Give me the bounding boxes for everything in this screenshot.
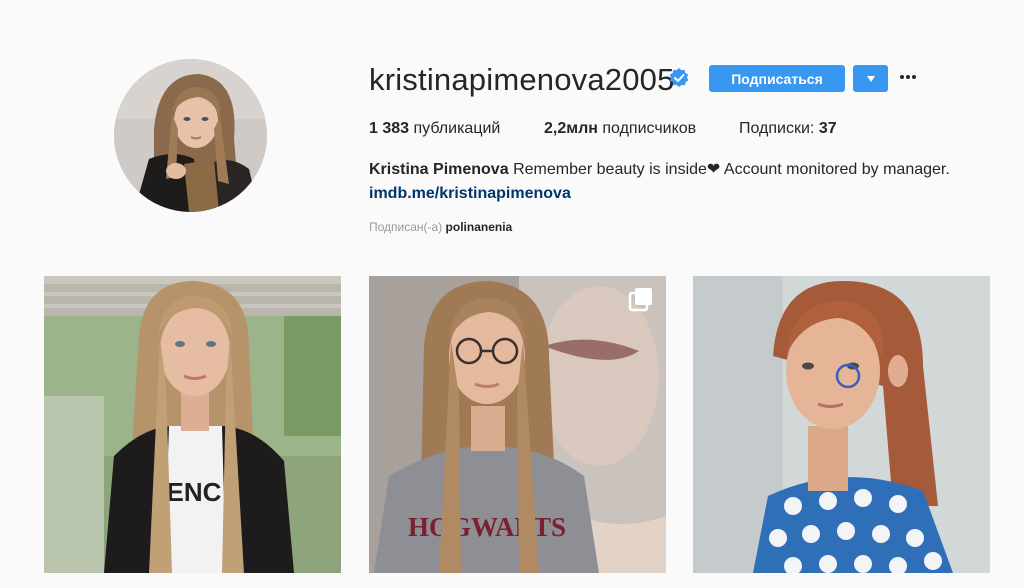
profile-bio: Kristina Pimenova Remember beauty is ins… — [369, 160, 950, 180]
post-thumbnail[interactable]: HOGWARTS — [369, 276, 666, 573]
profile-page: kristinapimenova2005 Подписаться 1 383 п… — [0, 0, 1024, 588]
followed-by-label: Подписан(-а) — [369, 220, 443, 234]
bio-text: Remember beauty is inside❤ Account monit… — [513, 161, 950, 178]
bio-external-link[interactable]: imdb.me/kristinapimenova — [369, 184, 571, 204]
followers-count: 2,2млн — [544, 120, 598, 137]
multiple-photos-icon — [628, 288, 652, 312]
following-count: 37 — [818, 120, 837, 137]
follow-button[interactable]: Подписаться — [709, 65, 845, 92]
post-thumbnail[interactable] — [693, 276, 990, 573]
verified-badge-icon — [669, 68, 689, 87]
stat-posts: 1 383 публикаций — [369, 119, 500, 139]
stat-followers[interactable]: 2,2млн подписчиков — [544, 119, 696, 139]
suggestions-dropdown-button[interactable] — [853, 65, 888, 92]
posts-count: 1 383 — [369, 120, 410, 137]
following-label: Подписки: — [739, 120, 815, 137]
stat-following[interactable]: Подписки: 37 — [739, 119, 837, 139]
svg-text:HOGWARTS: HOGWARTS — [408, 512, 566, 542]
followed-by: Подписан(-а) polinanenia — [369, 219, 512, 235]
followed-by-user[interactable]: polinanenia — [446, 220, 513, 234]
profile-avatar[interactable] — [114, 59, 267, 212]
more-options-button[interactable] — [897, 66, 919, 88]
ellipsis-icon — [900, 75, 916, 79]
posts-label: публикаций — [413, 120, 501, 137]
followers-label: подписчиков — [602, 120, 697, 137]
caret-down-icon — [866, 75, 875, 82]
svg-text:ENC: ENC — [167, 477, 222, 507]
post-thumbnail[interactable]: ENC — [44, 276, 341, 573]
profile-username: kristinapimenova2005 — [369, 62, 675, 97]
profile-full-name: Kristina Pimenova — [369, 161, 509, 178]
